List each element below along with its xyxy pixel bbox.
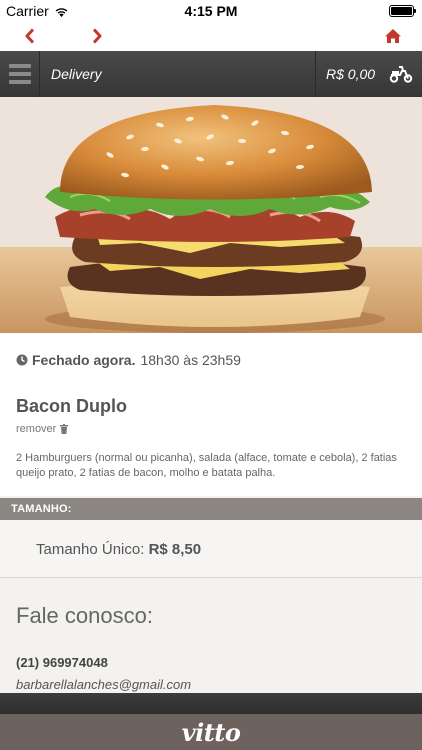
menu-icon-bar — [8, 64, 31, 68]
product-name: Bacon Duplo — [16, 396, 127, 416]
store-status: Fechado agora. — [32, 352, 136, 368]
product-photo — [0, 97, 422, 333]
cart-button[interactable]: R$ 0,00 — [315, 51, 422, 97]
size-option-label: Tamanho Único: — [36, 541, 145, 558]
footer-brand-bar: vitto — [0, 714, 422, 750]
contact-email-link[interactable]: barbarellalanches@gmail.com — [16, 677, 191, 692]
chevron-right-icon — [92, 28, 102, 44]
status-bar: Carrier 4:15 PM — [0, 0, 422, 22]
toolbar-title: Delivery — [51, 66, 102, 82]
back-button[interactable] — [17, 24, 43, 48]
forward-button[interactable] — [84, 24, 110, 48]
battery-icon — [389, 5, 416, 17]
size-option-price: R$ 8,50 — [148, 541, 202, 558]
home-icon — [385, 29, 401, 43]
home-button[interactable] — [380, 24, 406, 48]
size-section-header: TAMANHO: — [0, 498, 422, 520]
store-hours-range: 18h30 às 23h59 — [140, 352, 241, 368]
menu-icon-bar — [8, 80, 31, 84]
trash-icon — [60, 424, 69, 434]
footer-toolbar — [0, 693, 422, 714]
hamburger-menu-button[interactable] — [0, 51, 40, 97]
chevron-left-icon — [25, 28, 35, 44]
menu-icon-bar — [8, 72, 31, 76]
vitto-logo: vitto — [181, 717, 241, 747]
size-option-single[interactable]: Tamanho Único: R$ 8,50 — [0, 520, 422, 578]
navigation-bar — [0, 22, 422, 51]
remove-button[interactable]: remover — [16, 423, 69, 435]
burger-illustration — [0, 97, 422, 333]
clock-icon — [16, 354, 28, 366]
scooter-icon — [389, 66, 413, 83]
app-toolbar: Delivery R$ 0,00 — [0, 51, 422, 97]
contact-title: Fale conosco: — [16, 603, 153, 628]
contact-phone-link[interactable]: (21) 969974048 — [16, 655, 108, 670]
store-hours: Fechado agora. 18h30 às 23h59 — [16, 352, 241, 368]
cart-amount: R$ 0,00 — [326, 66, 376, 82]
clock-time: 4:15 PM — [184, 3, 238, 19]
product-description: 2 Hamburguers (normal ou picanha), salad… — [16, 452, 397, 479]
product-details-panel: Fechado agora. 18h30 às 23h59 Bacon Dupl… — [0, 333, 422, 496]
remove-label: remover — [16, 423, 57, 435]
